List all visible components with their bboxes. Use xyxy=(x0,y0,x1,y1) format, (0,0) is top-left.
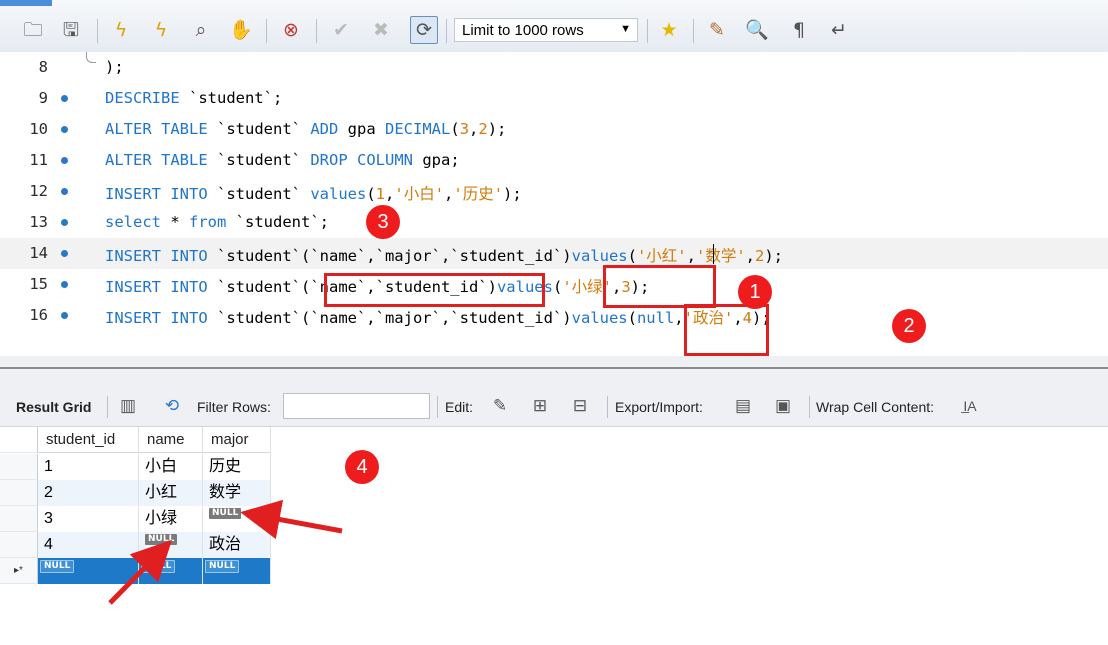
annotation-arrows xyxy=(108,499,343,605)
arrow-to-major-null xyxy=(240,499,343,540)
arrow-to-name-null xyxy=(108,539,173,605)
